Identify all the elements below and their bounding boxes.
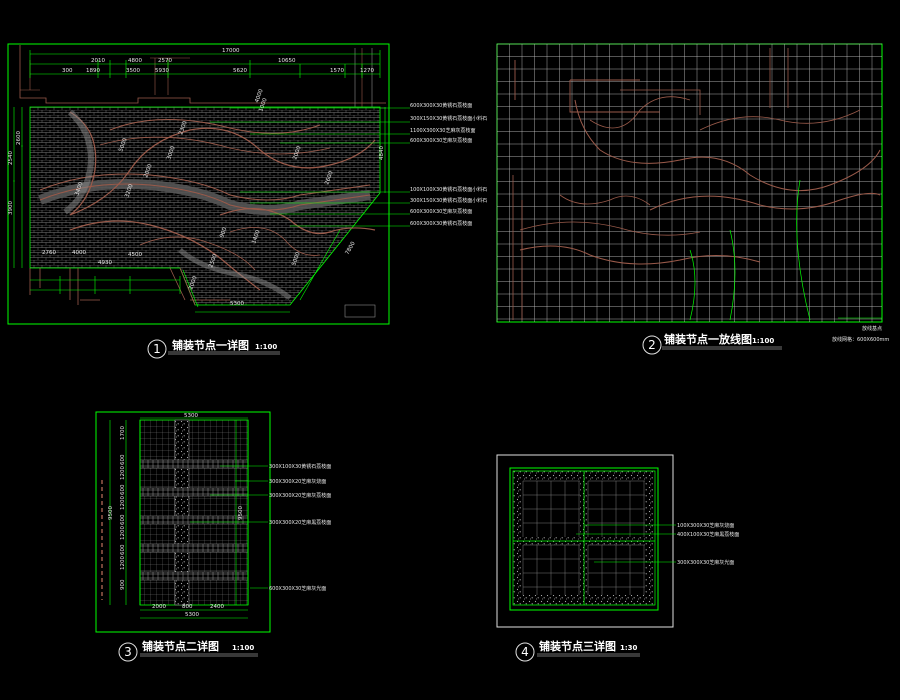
- material-note: 600X300X30芝麻灰光面: [269, 585, 326, 592]
- material-note: 300X300X30芝麻灰光面: [677, 559, 734, 566]
- view-3-number: 3: [124, 645, 132, 659]
- legend-grid-size: 放线网格：600X600mm: [832, 336, 889, 343]
- dim-label: 1200: [120, 556, 126, 570]
- view-4-material-notes: 100X300X30芝麻灰烧面 400X100X30芝麻黑荔枝面 300X300X3…: [677, 522, 739, 566]
- dim-label: 2760: [42, 250, 56, 256]
- dim-label: 2540: [8, 151, 14, 165]
- view-1-number: 1: [153, 342, 161, 356]
- material-note: 100X300X30芝麻灰烧面: [677, 522, 734, 529]
- dim-label: 600: [120, 514, 126, 525]
- material-note: 300X100X30黄锈石荔枝面: [269, 463, 331, 470]
- view-2-setout-plan: 放线基点 放线网格：600X600mm 2 铺装节点一放线图 1:100: [496, 43, 889, 355]
- view-1-title: 铺装节点一详图: [172, 338, 249, 352]
- dim-label: 5930: [155, 68, 169, 74]
- material-note: 600X300X30黄锈石荔枝面: [410, 102, 472, 109]
- view-1-material-notes: 600X300X30黄锈石荔枝面 300X150X30黄锈石荔枝面小料石 1100X…: [410, 102, 487, 227]
- dim-label: 2000: [152, 604, 166, 610]
- view-1-scale: 1:100: [255, 343, 277, 351]
- cad-drawing-sheet: 170002010 4800 2570 10650300 1890 3500 5930 562…: [7, 43, 889, 662]
- view-4-scale: 1:30: [620, 644, 638, 652]
- view-3-title-block: 3 铺装节点二详图 1:100: [118, 639, 258, 662]
- dim-label: 10650: [278, 58, 296, 64]
- dim-label: 4930: [98, 260, 112, 266]
- material-note: 1100X300X30芝麻灰荔枝面: [410, 127, 475, 134]
- paving-band: [139, 571, 249, 581]
- dim-label: 5300: [230, 301, 244, 307]
- dim-label: 1270: [360, 68, 374, 74]
- material-note: 100X100X30黄锈石荔枝面小料石: [410, 186, 487, 193]
- dim-label: 4000: [72, 250, 86, 256]
- dim-label: 2400: [210, 604, 224, 610]
- material-note: 300X150X30黄锈石荔枝面小料石: [410, 115, 487, 122]
- view-2-number: 2: [648, 338, 656, 352]
- dim-label: 2600: [16, 131, 22, 145]
- dim-label: 600: [120, 544, 126, 555]
- dim-label: 300: [62, 68, 73, 74]
- dim-label: 3500: [126, 68, 140, 74]
- paving-band: [139, 515, 249, 525]
- paving-band: [139, 543, 249, 553]
- material-note: 600X300X30芝麻灰荔枝面: [410, 137, 472, 144]
- dim-label: 2010: [91, 58, 105, 64]
- dim-label: 1890: [86, 68, 100, 74]
- view-4-title: 铺装节点三详图: [539, 639, 616, 653]
- dim-label: 600: [120, 484, 126, 495]
- dim-label: 3900: [8, 201, 14, 215]
- paving-band: [139, 459, 249, 469]
- dim-label: 800: [182, 604, 193, 610]
- dim-label: 1200: [120, 526, 126, 540]
- material-note: 300X150X30黄锈石荔枝面小料石: [410, 197, 487, 204]
- dim-label: 4840: [379, 146, 385, 160]
- setout-grid: [496, 43, 882, 322]
- dim-label: 4500: [128, 252, 142, 258]
- dim-label: 5300: [184, 413, 198, 419]
- view-4-detail-plan: 100X300X30芝麻灰烧面 400X100X30芝麻黑荔枝面 300X300X3…: [496, 454, 739, 662]
- dim-label: 9500: [238, 506, 244, 520]
- material-note: 600X300X30芝麻灰荔枝面: [410, 208, 472, 215]
- view-4-title-block: 4 铺装节点三详图 1:30: [515, 639, 640, 662]
- view-2-scale: 1:100: [752, 337, 774, 345]
- view-1-detail-plan: 17000 2010 4800 2570 10650 300 1890 3500 5930 562…: [7, 43, 487, 359]
- view-2-title-block: 2 铺装节点一放线图 1:100: [642, 332, 782, 355]
- dim-label: 2570: [158, 58, 172, 64]
- view-3-detail-plan: 5300170060012006001200600120060012009009…: [95, 411, 331, 662]
- view-4-number: 4: [521, 645, 529, 659]
- dim-label: 9500: [108, 506, 114, 520]
- view-1-title-block: 1 铺装节点一详图 1:100: [147, 338, 280, 359]
- dim-label: 900: [120, 579, 126, 590]
- material-note: 600X300X30黄锈石荔枝面: [410, 220, 472, 227]
- view-3-title: 铺装节点二详图: [142, 639, 219, 653]
- legend-setout-point: 放线基点: [862, 325, 882, 332]
- dim-label: 1700: [120, 426, 126, 440]
- material-note: 300X300X20芝麻黑荔枝面: [269, 519, 331, 526]
- view-3-scale: 1:100: [232, 644, 254, 652]
- dim-label: 600: [120, 454, 126, 465]
- dim-label: 7800: [345, 240, 357, 256]
- dim-label: 5300: [185, 612, 199, 618]
- material-note: 300X300X20芝麻灰烧面: [269, 478, 326, 485]
- dim-label: 4800: [128, 58, 142, 64]
- material-note: 300X300X20芝麻灰荔枝面: [269, 492, 331, 499]
- dim-label: 1200: [120, 496, 126, 510]
- dim-label: 17000: [222, 48, 240, 54]
- dim-label: 5620: [233, 68, 247, 74]
- material-note: 400X100X30芝麻黑荔枝面: [677, 531, 739, 538]
- view-2-title: 铺装节点一放线图: [664, 332, 752, 346]
- dim-label: 1570: [330, 68, 344, 74]
- dim-label: 1200: [120, 466, 126, 480]
